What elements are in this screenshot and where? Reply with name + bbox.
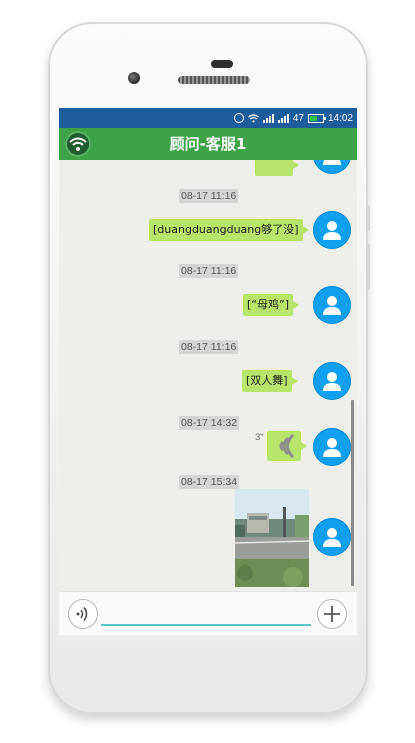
title-bar: 顾问-客服1 <box>59 128 357 160</box>
avatar[interactable] <box>313 211 351 249</box>
plus-icon <box>324 606 340 622</box>
page-title: 顾问-客服1 <box>169 135 247 153</box>
alarm-icon <box>233 113 244 123</box>
input-bar <box>59 591 357 635</box>
message-list[interactable]: 08-17 11:16 [duangduangduang够了没] 08-17 1… <box>59 160 357 600</box>
wifi-status-icon <box>247 113 259 122</box>
proximity-sensor <box>211 60 233 68</box>
avatar[interactable] <box>313 518 351 556</box>
app-screen: 47 14:02 顾问-客服1 08-17 11:16 [duangduangd… <box>59 108 357 635</box>
status-bar: 47 14:02 <box>59 108 357 128</box>
message-bubble[interactable]: [“母鸡”] <box>243 294 299 316</box>
avatar[interactable] <box>313 362 351 400</box>
image-message[interactable] <box>235 489 309 587</box>
plus-button[interactable] <box>317 599 347 629</box>
battery-icon <box>307 113 326 123</box>
voice-duration: 3" <box>255 432 264 443</box>
message-bubble[interactable]: [duangduangduang够了没] <box>149 219 309 241</box>
front-camera <box>128 72 140 84</box>
partial-message-bubble[interactable] <box>255 160 299 176</box>
avatar[interactable] <box>313 286 351 324</box>
message-bubble[interactable]: [双人舞] <box>242 370 298 392</box>
scrollbar[interactable] <box>351 400 354 586</box>
voice-wave-icon <box>279 434 295 458</box>
volume-down-button <box>366 244 370 290</box>
timestamp: 08-17 15:34 <box>179 475 240 489</box>
battery-percent: 47 <box>292 112 304 124</box>
earpiece-speaker <box>178 76 250 84</box>
timestamp: 08-17 11:16 <box>179 264 239 278</box>
timestamp: 08-17 11:16 <box>179 189 239 203</box>
avatar[interactable] <box>313 160 351 174</box>
timestamp: 08-17 14:32 <box>179 416 240 430</box>
timestamp: 08-17 11:16 <box>179 340 239 354</box>
status-time: 14:02 <box>327 112 353 124</box>
signal-icon <box>262 113 274 123</box>
signal-icon-2 <box>277 113 289 123</box>
voice-input-button[interactable] <box>68 599 98 629</box>
volume-up-button <box>366 205 370 231</box>
message-input[interactable] <box>101 602 311 626</box>
voice-input-icon <box>76 607 88 621</box>
voice-message-bubble[interactable] <box>267 431 307 461</box>
avatar[interactable] <box>313 428 351 466</box>
